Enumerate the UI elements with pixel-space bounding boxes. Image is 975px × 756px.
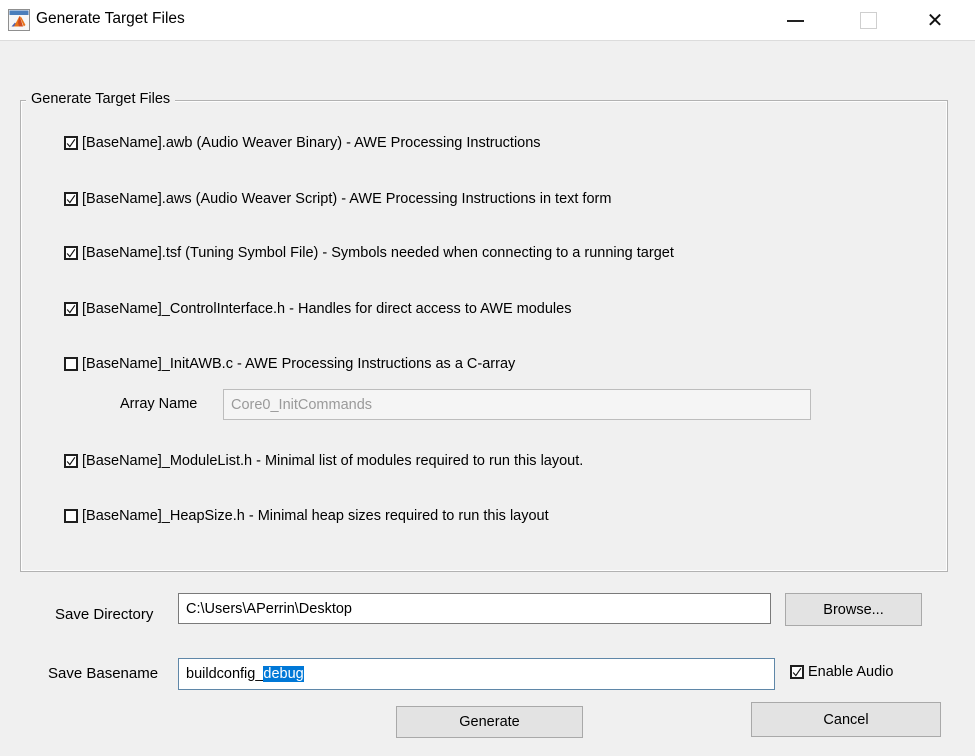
close-icon: ✕ bbox=[927, 11, 944, 31]
checkbox-heapsize[interactable] bbox=[64, 509, 78, 523]
array-name-value: Core0_InitCommands bbox=[231, 397, 372, 413]
save-basename-label: Save Basename bbox=[48, 665, 158, 682]
checkbox-awb[interactable] bbox=[64, 136, 78, 150]
checkbox-row-aws: [BaseName].aws (Audio Weaver Script) - A… bbox=[64, 189, 611, 209]
checkmark-icon bbox=[66, 193, 76, 206]
checkmark-icon bbox=[66, 303, 76, 316]
maximize-button[interactable] bbox=[845, 0, 891, 41]
checkbox-aws[interactable] bbox=[64, 192, 78, 206]
checkbox-modulelist[interactable] bbox=[64, 454, 78, 468]
checkbox-row-modulelist: [BaseName]_ModuleList.h - Minimal list o… bbox=[64, 451, 583, 471]
checkbox-label-tsf: [BaseName].tsf (Tuning Symbol File) - Sy… bbox=[82, 245, 674, 261]
checkmark-icon bbox=[66, 137, 76, 150]
generate-button[interactable]: Generate bbox=[396, 706, 583, 738]
enable-audio-label: Enable Audio bbox=[808, 664, 893, 680]
save-directory-label: Save Directory bbox=[55, 606, 153, 623]
maximize-icon bbox=[860, 12, 877, 29]
matlab-app-icon bbox=[8, 9, 30, 31]
checkmark-icon bbox=[792, 666, 802, 679]
checkbox-row-controlinterface: [BaseName]_ControlInterface.h - Handles … bbox=[64, 299, 571, 319]
checkbox-label-awb: [BaseName].awb (Audio Weaver Binary) - A… bbox=[82, 135, 541, 151]
browse-button[interactable]: Browse... bbox=[785, 593, 922, 626]
generate-button-label: Generate bbox=[459, 714, 519, 730]
array-name-field: Core0_InitCommands bbox=[223, 389, 811, 420]
checkbox-label-aws: [BaseName].aws (Audio Weaver Script) - A… bbox=[82, 191, 611, 207]
cancel-button[interactable]: Cancel bbox=[751, 702, 941, 737]
save-directory-input[interactable]: C:\Users\APerrin\Desktop bbox=[178, 593, 771, 624]
cancel-button-label: Cancel bbox=[823, 712, 868, 728]
browse-button-label: Browse... bbox=[823, 602, 883, 618]
enable-audio-row: Enable Audio bbox=[790, 662, 893, 682]
checkbox-label-heapsize: [BaseName]_HeapSize.h - Minimal heap siz… bbox=[82, 508, 549, 524]
checkbox-label-initawb: [BaseName]_InitAWB.c - AWE Processing In… bbox=[82, 356, 515, 372]
save-basename-value: buildconfig_ bbox=[186, 666, 263, 682]
checkbox-label-modulelist: [BaseName]_ModuleList.h - Minimal list o… bbox=[82, 453, 583, 469]
checkmark-icon bbox=[66, 247, 76, 260]
title-bar: Generate Target Files ✕ bbox=[0, 0, 975, 41]
minimize-button[interactable] bbox=[772, 0, 818, 41]
checkbox-controlinterface[interactable] bbox=[64, 302, 78, 316]
checkmark-icon bbox=[66, 455, 76, 468]
save-basename-input[interactable]: buildconfig_debug bbox=[178, 658, 775, 690]
checkbox-row-tsf: [BaseName].tsf (Tuning Symbol File) - Sy… bbox=[64, 243, 674, 263]
save-basename-selected-text: debug bbox=[263, 666, 303, 682]
window-title: Generate Target Files bbox=[36, 10, 185, 28]
save-directory-value: C:\Users\APerrin\Desktop bbox=[186, 601, 352, 617]
checkbox-label-controlinterface: [BaseName]_ControlInterface.h - Handles … bbox=[82, 301, 571, 317]
checkbox-tsf[interactable] bbox=[64, 246, 78, 260]
enable-audio-checkbox[interactable] bbox=[790, 665, 804, 679]
close-button[interactable]: ✕ bbox=[912, 0, 958, 41]
checkbox-row-heapsize: [BaseName]_HeapSize.h - Minimal heap siz… bbox=[64, 506, 549, 526]
generate-target-files-groupbox: Generate Target Files bbox=[20, 100, 948, 572]
array-name-label: Array Name bbox=[120, 396, 197, 412]
checkbox-row-awb: [BaseName].awb (Audio Weaver Binary) - A… bbox=[64, 133, 541, 153]
checkbox-row-initawb: [BaseName]_InitAWB.c - AWE Processing In… bbox=[64, 354, 515, 374]
checkbox-initawb[interactable] bbox=[64, 357, 78, 371]
groupbox-legend: Generate Target Files bbox=[26, 91, 175, 107]
minimize-icon bbox=[787, 20, 804, 22]
